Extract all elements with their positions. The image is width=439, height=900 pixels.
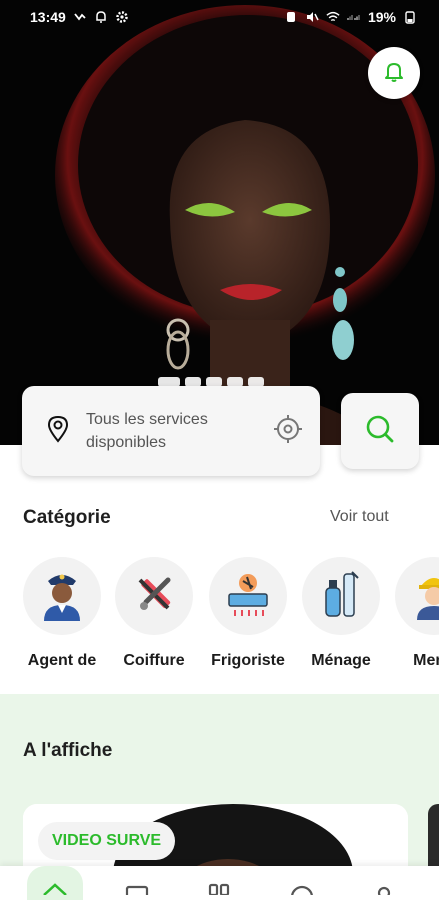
location-pin-icon <box>46 415 70 448</box>
notification-bell-status-icon <box>94 10 108 24</box>
category-label: Frigoriste <box>211 652 285 669</box>
nav-profile[interactable] <box>356 866 412 900</box>
category-icon-circle <box>115 557 193 635</box>
affiche-badge: VIDEO SURVE <box>38 822 176 860</box>
shop-icon <box>123 881 151 900</box>
nav-shop[interactable] <box>109 866 165 900</box>
missed-call-icon <box>73 10 87 24</box>
category-item[interactable]: Agent de <box>16 557 108 670</box>
status-bar-right: 19% <box>284 9 417 25</box>
affiche-title: A l'affiche <box>23 740 113 761</box>
chat-icon <box>288 881 316 900</box>
search-button[interactable] <box>341 393 419 469</box>
hero-banner[interactable]: 13:49 19% <box>0 0 439 445</box>
category-icon-circle <box>23 557 101 635</box>
nav-categories[interactable] <box>191 866 247 900</box>
category-icon-circle <box>209 557 287 635</box>
mute-status-icon <box>305 10 319 24</box>
category-label: Ménage <box>311 652 371 669</box>
category-label: Coiffure <box>123 652 185 669</box>
category-item[interactable]: Coiffure <box>108 557 200 670</box>
hair-tools-icon <box>130 570 178 623</box>
search-icon <box>364 413 396 450</box>
home-icon <box>41 881 69 900</box>
bottom-navigation <box>0 866 439 900</box>
location-selector[interactable]: Tous les services disponibles <box>22 386 320 476</box>
nav-messages[interactable] <box>274 866 330 900</box>
category-icon-circle <box>395 557 439 635</box>
notifications-button[interactable] <box>368 47 420 99</box>
category-list: Agent de Coiffure Frigoriste Ménage Me <box>0 557 439 677</box>
nav-home[interactable] <box>27 866 84 900</box>
signal-status-icon <box>347 10 361 24</box>
category-item[interactable]: Frigoriste <box>202 557 294 670</box>
grid-icon <box>205 881 233 900</box>
bell-icon <box>382 59 406 88</box>
air-conditioner-icon <box>223 569 273 624</box>
settings-gear-status-icon <box>115 10 129 24</box>
categories-title: Catégorie <box>23 507 111 528</box>
status-bar-left: 13:49 <box>30 9 129 25</box>
wifi-status-icon <box>326 10 340 24</box>
status-bar: 13:49 19% <box>0 0 439 34</box>
battery-percent: 19% <box>367 9 396 25</box>
battery-icon <box>403 10 417 24</box>
alarm-status-icon <box>284 10 298 24</box>
gps-locate-icon[interactable] <box>272 413 304 450</box>
worker-helmet-icon <box>409 568 439 625</box>
location-text: Tous les services disponibles <box>86 411 208 451</box>
category-item[interactable]: Ménage <box>295 557 387 670</box>
category-label: Agent de <box>27 652 97 669</box>
security-guard-icon <box>39 567 85 626</box>
category-item[interactable]: Menu <box>388 557 439 670</box>
see-all-categories-link[interactable]: Voir tout <box>330 508 389 526</box>
status-time: 13:49 <box>30 9 66 25</box>
profile-icon <box>370 881 398 900</box>
category-icon-circle <box>302 557 380 635</box>
cleaning-products-icon <box>318 568 364 625</box>
category-label: Menu <box>413 652 439 669</box>
